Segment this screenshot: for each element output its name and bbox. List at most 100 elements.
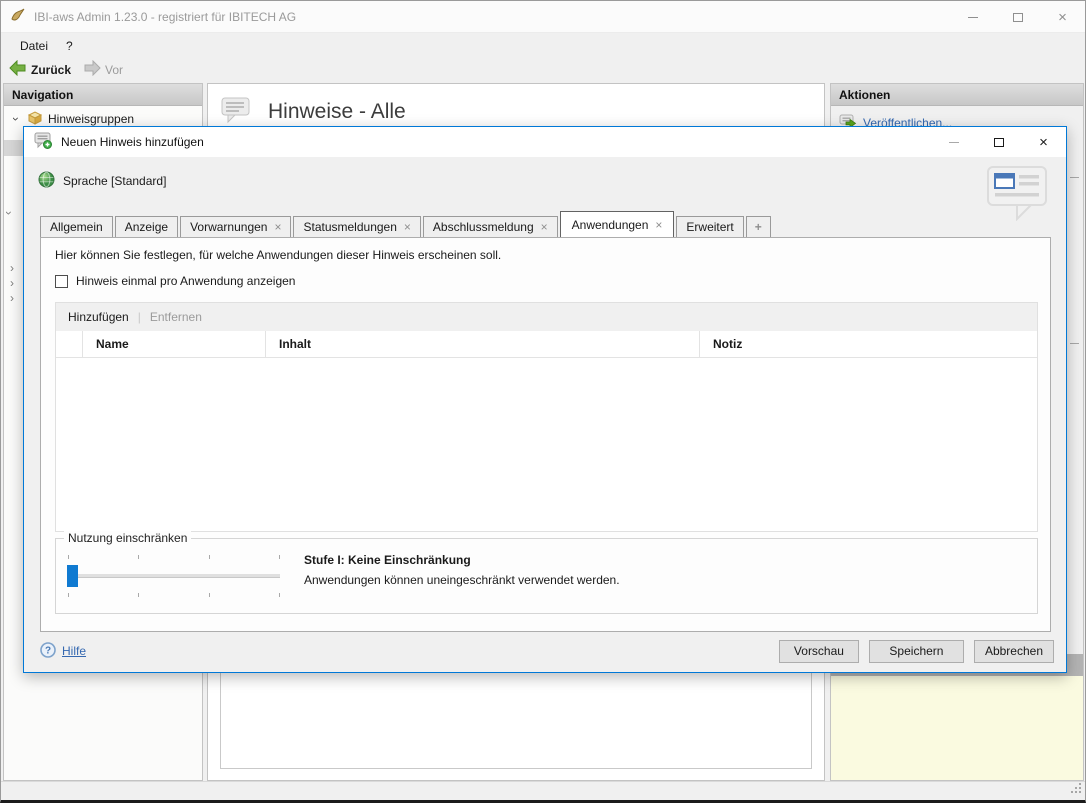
add-hinweis-dialog: Neuen Hinweis hinzufügen × Sprache [Stan…	[23, 126, 1067, 673]
dialog-footer: ? Hilfe Vorschau Speichern Abbrechen	[24, 630, 1066, 672]
app-icon	[10, 7, 26, 26]
column-inhalt[interactable]: Inhalt	[266, 331, 700, 357]
menu-help[interactable]: ?	[57, 36, 82, 56]
dialog-titlebar[interactable]: Neuen Hinweis hinzufügen ×	[24, 127, 1066, 157]
slider-tick	[279, 555, 280, 559]
anwendungen-tab-panel: Hier können Sie festlegen, für welche An…	[40, 237, 1051, 632]
column-name[interactable]: Name	[83, 331, 266, 357]
minimize-button[interactable]	[950, 1, 995, 33]
tree-expander-fragment: ›	[10, 261, 14, 275]
remove-application-button[interactable]: Entfernen	[150, 310, 202, 324]
dialog-minimize-button[interactable]	[931, 127, 976, 157]
tab-anzeige[interactable]: Anzeige	[114, 216, 179, 237]
back-label: Zurück	[31, 62, 72, 77]
cancel-button[interactable]: Abbrechen	[973, 639, 1054, 663]
groupbox-label: Nutzung einschränken	[64, 531, 192, 545]
restriction-slider[interactable]	[67, 553, 280, 599]
slider-track[interactable]	[68, 574, 280, 578]
maximize-icon	[993, 137, 1004, 147]
tab-abschlussmeldung[interactable]: Abschlussmeldung ×	[422, 216, 558, 237]
notes-bubble-icon	[220, 96, 252, 127]
slider-thumb[interactable]	[67, 565, 78, 587]
tab-label: Abschlussmeldung	[432, 220, 534, 234]
list-toolbar: Hinzufügen | Entfernen	[56, 303, 1037, 331]
tab-label: Anzeige	[124, 220, 169, 234]
once-per-app-checkbox[interactable]	[55, 274, 68, 288]
dialog-close-button[interactable]: ×	[1021, 127, 1066, 157]
navigation-toolbar: Zurück Vor	[1, 57, 1085, 82]
column-selector	[56, 331, 83, 357]
tree-expander-fragment: ›	[10, 291, 14, 305]
tree-expander-fragment: ›	[10, 276, 14, 290]
tab-label: Erweitert	[686, 220, 734, 234]
restriction-level-title: Stufe I: Keine Einschränkung	[304, 553, 471, 567]
tab-add-button[interactable]: +	[745, 216, 771, 237]
add-tab-icon: +	[754, 220, 762, 234]
save-button[interactable]: Speichern	[868, 639, 964, 663]
menubar: Datei ?	[1, 34, 1085, 57]
help-link[interactable]: ? Hilfe	[40, 641, 87, 661]
app-window: IBI-aws Admin 1.23.0 - registriert für I…	[0, 0, 1086, 803]
help-icon: ?	[40, 641, 56, 661]
help-link-label: Hilfe	[62, 644, 87, 658]
forward-button[interactable]: Vor	[79, 58, 127, 81]
minimize-icon	[967, 16, 978, 18]
tab-statusmeldungen[interactable]: Statusmeldungen ×	[293, 216, 421, 237]
main-header: Hinweise - Alle	[208, 84, 824, 127]
status-bar	[1, 781, 1085, 800]
close-button[interactable]: ×	[1040, 1, 1085, 33]
tab-close-icon[interactable]: ×	[541, 221, 548, 233]
minimize-icon	[948, 141, 959, 143]
tab-vorwarnungen[interactable]: Vorwarnungen ×	[180, 216, 292, 237]
toolbar-separator: |	[137, 310, 141, 324]
forward-label: Vor	[105, 62, 124, 77]
once-per-app-label: Hinweis einmal pro Anwendung anzeigen	[76, 274, 296, 288]
usage-restriction-group: Nutzung einschränken Stufe I: Keine Eins…	[55, 531, 1038, 614]
notes-area	[831, 676, 1083, 780]
tab-anwendungen[interactable]: Anwendungen ×	[559, 211, 675, 237]
back-arrow-icon	[9, 59, 27, 79]
dialog-icon	[34, 132, 53, 152]
maximize-button[interactable]	[995, 1, 1040, 33]
close-icon: ×	[1058, 8, 1067, 26]
slider-tick	[68, 593, 69, 597]
slider-tick	[209, 555, 210, 559]
slider-tick	[138, 555, 139, 559]
back-button[interactable]: Zurück	[5, 58, 75, 81]
action-separator-fragment	[1070, 343, 1079, 344]
applications-list: Hinzufügen | Entfernen Name Inhalt Notiz	[55, 302, 1038, 532]
window-controls: ×	[950, 1, 1085, 33]
dialog-buttons: Vorschau Speichern Abbrechen	[778, 639, 1054, 663]
language-selector[interactable]: Sprache [Standard]	[38, 171, 166, 191]
menu-datei[interactable]: Datei	[11, 36, 57, 56]
hinweis-watermark-icon	[986, 165, 1050, 224]
resize-grip[interactable]	[1069, 781, 1082, 797]
slider-tick	[68, 555, 69, 559]
tab-close-icon[interactable]: ×	[274, 221, 281, 233]
tree-expander-icon[interactable]: ›	[9, 113, 23, 125]
tab-label: Allgemein	[50, 220, 103, 234]
dialog-title: Neuen Hinweis hinzufügen	[61, 135, 204, 149]
forward-arrow-icon	[83, 59, 101, 79]
tab-close-icon[interactable]: ×	[655, 219, 662, 231]
once-per-app-option[interactable]: Hinweis einmal pro Anwendung anzeigen	[55, 274, 295, 288]
tree-item-label: Hinweisgruppen	[48, 112, 135, 126]
tab-allgemein[interactable]: Allgemein	[40, 216, 113, 237]
restriction-level-description: Anwendungen können uneingeschränkt verwe…	[304, 573, 620, 587]
dialog-maximize-button[interactable]	[976, 127, 1021, 157]
actions-panel-header: Aktionen	[831, 84, 1083, 106]
column-notiz[interactable]: Notiz	[700, 331, 1037, 357]
language-label: Sprache [Standard]	[63, 174, 167, 188]
add-application-button[interactable]: Hinzufügen	[68, 310, 129, 324]
list-body-empty[interactable]	[56, 358, 1037, 531]
tab-erweitert[interactable]: Erweitert	[676, 216, 744, 237]
tab-close-icon[interactable]: ×	[404, 221, 411, 233]
slider-tick	[209, 593, 210, 597]
preview-button[interactable]: Vorschau	[778, 639, 859, 663]
tab-label: Vorwarnungen	[190, 220, 268, 234]
maximize-icon	[1012, 12, 1023, 22]
page-title: Hinweise - Alle	[268, 99, 406, 123]
close-icon: ×	[1039, 133, 1048, 151]
window-titlebar[interactable]: IBI-aws Admin 1.23.0 - registriert für I…	[1, 1, 1085, 33]
selected-row-fragment	[4, 140, 23, 156]
